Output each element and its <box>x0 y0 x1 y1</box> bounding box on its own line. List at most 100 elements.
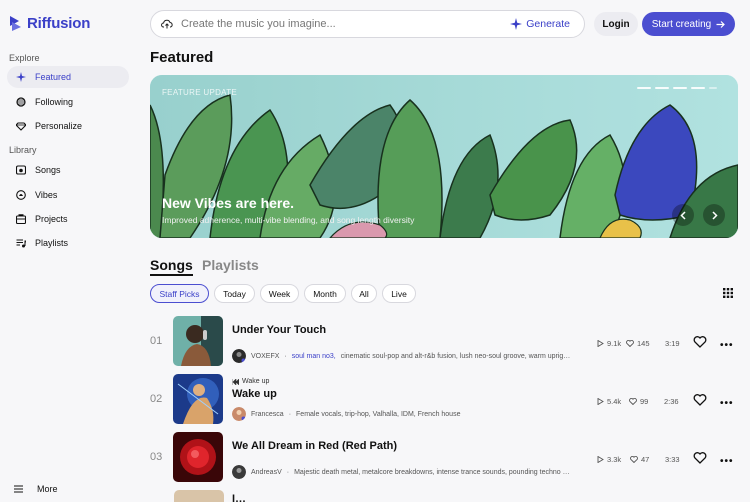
heart-small-icon <box>629 398 637 405</box>
plays-value: 9.1k <box>607 339 622 348</box>
grid-view-button[interactable] <box>718 284 738 302</box>
riffusion-logo-icon <box>10 16 21 31</box>
start-creating-button[interactable]: Start creating <box>642 12 735 36</box>
song-cover[interactable] <box>173 316 223 366</box>
tab-songs[interactable]: Songs <box>150 257 193 273</box>
filter-all[interactable]: All <box>351 284 377 303</box>
more-options-icon[interactable]: ••• <box>720 456 734 467</box>
generate-button[interactable]: Generate <box>510 18 570 30</box>
playlists-icon <box>16 239 26 248</box>
song-author[interactable]: AndreasV <box>251 469 282 476</box>
play-icon <box>597 456 604 463</box>
prompt-bar[interactable]: Generate <box>150 10 585 38</box>
following-icon <box>16 97 26 107</box>
carousel-prev-button[interactable] <box>672 204 694 226</box>
filter-staff-picks[interactable]: Staff Picks <box>150 284 209 303</box>
sidebar-item-following[interactable]: Following <box>7 91 129 113</box>
prompt-input[interactable] <box>181 18 501 30</box>
song-description: Female vocals, trip-hop, Valhalla, IDM, … <box>296 410 461 418</box>
featured-banner[interactable]: FEATURE UPDATE New Vibes are here. Impro… <box>150 75 738 238</box>
sparkle-icon <box>16 72 26 82</box>
song-duration: 2:36 <box>664 397 679 406</box>
meta-separator: · <box>284 352 287 360</box>
sidebar-item-personalize[interactable]: Personalize <box>7 115 129 137</box>
plays-count: 3.3k <box>597 455 621 464</box>
like-heart-icon[interactable] <box>693 335 707 349</box>
avatar[interactable] <box>232 465 246 479</box>
more-options-icon[interactable]: ••• <box>720 398 734 409</box>
song-tag-label: Wake up <box>242 378 270 385</box>
more-options-icon[interactable]: ••• <box>720 340 734 351</box>
like-heart-icon[interactable] <box>693 393 707 407</box>
plays-count: 9.1k <box>597 339 621 348</box>
sidebar-item-label: Featured <box>35 72 72 82</box>
avatar[interactable] <box>232 349 246 363</box>
sidebar-item-label: Projects <box>35 214 68 224</box>
song-title[interactable]: Under Your Touch <box>232 324 326 336</box>
start-creating-label: Start creating <box>651 18 712 30</box>
tab-playlists[interactable]: Playlists <box>202 257 259 273</box>
avatar[interactable] <box>232 407 246 421</box>
likes-count: 99 <box>629 397 648 406</box>
song-cover-partial[interactable] <box>174 490 224 502</box>
carousel-dot[interactable] <box>655 87 669 89</box>
song-rank: 01 <box>150 335 163 347</box>
banner-illustration <box>150 75 738 238</box>
carousel-next-button[interactable] <box>703 204 725 226</box>
likes-count: 47 <box>630 455 649 464</box>
heart-small-icon <box>626 340 634 347</box>
likes-value: 145 <box>637 339 650 348</box>
song-cover[interactable] <box>173 432 223 482</box>
explore-heading: Explore <box>9 53 40 63</box>
sidebar-item-playlists[interactable]: Playlists <box>7 232 129 254</box>
song-title-partial[interactable]: I… <box>232 493 246 502</box>
song-cover[interactable] <box>173 374 223 424</box>
heart-small-icon <box>630 456 638 463</box>
song-title[interactable]: Wake up <box>232 388 277 400</box>
song-row[interactable]: 03 We All Dream in Red (Red Path) Andrea… <box>150 432 740 484</box>
vibes-icon <box>16 190 26 200</box>
brand-logo[interactable]: Riffusion <box>8 14 90 32</box>
section-title-featured: Featured <box>150 49 214 66</box>
sidebar: Riffusion Explore Featured Following Per… <box>0 0 138 502</box>
song-row[interactable]: 02 Wake up Wake up Francesca · Female vo… <box>150 374 740 426</box>
song-row[interactable]: 01 Under Your Touch VOXEFX · soul man no… <box>150 316 740 368</box>
sidebar-item-label: Songs <box>35 165 61 175</box>
carousel-dot[interactable] <box>673 87 687 89</box>
meta-separator: · <box>286 468 290 476</box>
filter-today[interactable]: Today <box>214 284 255 303</box>
plays-count: 5.4k <box>597 397 621 406</box>
song-author[interactable]: Francesca <box>251 411 284 418</box>
sidebar-item-vibes[interactable]: Vibes <box>7 184 129 206</box>
grid-icon <box>723 288 733 298</box>
sidebar-item-label: Following <box>35 97 74 107</box>
carousel-dot[interactable] <box>691 87 705 89</box>
song-author[interactable]: VOXEFX <box>251 353 279 360</box>
banner-subtitle: Improved adherence, multi-vibe blending,… <box>162 215 415 225</box>
sidebar-item-projects[interactable]: Projects <box>7 208 129 230</box>
song-rank: 02 <box>150 393 163 405</box>
login-button[interactable]: Login <box>594 12 638 36</box>
filter-live[interactable]: Live <box>382 284 416 303</box>
cover-art-singer <box>173 316 223 366</box>
sidebar-item-featured[interactable]: Featured <box>7 66 129 88</box>
generate-label: Generate <box>526 18 570 30</box>
carousel-dot[interactable] <box>637 87 651 89</box>
song-title[interactable]: We All Dream in Red (Red Path) <box>232 440 397 452</box>
meta-separator: · <box>288 410 292 418</box>
filter-week[interactable]: Week <box>260 284 299 303</box>
likes-count: 145 <box>626 339 650 348</box>
like-heart-icon[interactable] <box>693 451 707 465</box>
play-icon <box>597 398 604 405</box>
song-rank: 03 <box>150 451 163 463</box>
more-button[interactable]: More <box>14 484 58 494</box>
cloud-upload-icon[interactable] <box>161 18 173 30</box>
sidebar-item-label: Playlists <box>35 238 69 248</box>
filter-month[interactable]: Month <box>304 284 346 303</box>
carousel-dot[interactable] <box>709 87 717 89</box>
song-duration: 3:19 <box>665 339 680 348</box>
rewind-icon <box>232 378 239 385</box>
song-source-link[interactable]: soul man no3, <box>292 353 336 360</box>
library-heading: Library <box>9 145 37 155</box>
sidebar-item-songs[interactable]: Songs <box>7 159 129 181</box>
